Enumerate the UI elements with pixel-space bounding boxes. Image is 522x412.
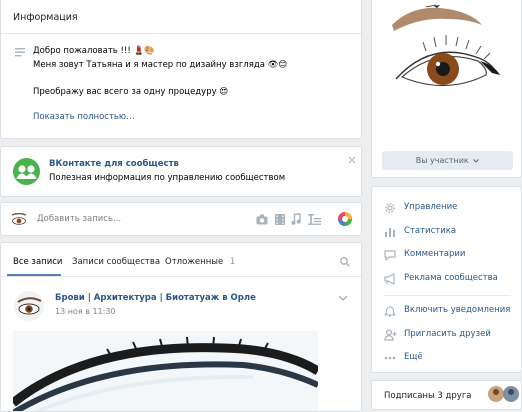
comment-icon [384,250,396,261]
menu-item-label: Управление [404,202,458,212]
megaphone-icon [384,273,395,285]
menu-item-label: Пригласить друзей [404,329,491,339]
info-line-3: Преображу вас всего за одну процедуру 😍 [33,87,229,97]
avatar [11,213,27,225]
info-title: Информация [13,12,78,23]
menu-item-notifications[interactable]: Включить уведомления [372,303,521,319]
chevron-down-icon [473,158,480,163]
bell-icon [384,306,396,317]
menu-item-label: Включить уведомления [404,305,511,315]
menu-item-label: Ещё [404,352,423,362]
promo-text: Полезная информация по управлению сообще… [49,173,286,183]
promo-card: ВКонтакте для сообществ Полезная информа… [0,146,362,197]
article-icon[interactable] [308,214,321,225]
menu-item-ads[interactable]: Реклама сообщества [372,271,521,287]
wall-card: Все записи Записи сообщества Отложенные … [0,242,362,412]
post-author-avatar[interactable] [14,291,44,321]
info-line-2: Меня зовут Татьяна и я мастер по дизайну… [33,60,288,70]
eye-illustration [392,4,500,87]
member-button-label: Вы участник [415,156,469,165]
video-icon[interactable] [275,214,285,225]
camera-icon[interactable] [256,214,268,225]
community-cover-card: Вы участник [371,0,522,178]
tab-postponed-count: 1 [229,257,236,267]
tab-postponed-label: Отложенные [165,257,224,267]
description-icon [15,48,25,57]
post-author[interactable]: Брови | Архитектура | Биотатуаж в Орле [55,293,256,303]
community-menu-card: Управление Статистика Комментарии Реклам… [371,186,522,373]
promo-title[interactable]: ВКонтакте для сообществ [49,159,179,169]
search-icon[interactable] [340,257,350,267]
menu-item-statistics[interactable]: Статистика [372,224,521,240]
member-button[interactable]: Вы участник [382,151,513,170]
menu-item-label: Статистика [404,226,457,236]
menu-item-invite-friends[interactable]: Пригласить друзей [372,327,521,343]
tab-postponed[interactable]: Отложенные 1 [165,257,235,267]
tabs-divider [1,276,361,277]
community-icon [13,158,40,185]
info-line-1: Добро пожаловать !!! 💄🎨 [33,46,155,56]
tab-community-posts[interactable]: Записи сообщества [72,257,160,267]
more-icon [384,356,396,360]
close-icon[interactable] [348,156,356,164]
music-icon[interactable] [291,213,301,225]
chevron-down-icon[interactable] [338,295,348,301]
menu-item-more[interactable]: Ещё [372,350,521,366]
menu-divider [384,295,511,296]
menu-item-label: Комментарии [404,249,466,259]
menu-item-label: Реклама сообщества [404,273,498,283]
subscribers-card: Подписаны 3 друга [371,380,522,410]
info-card: Информация Добро пожаловать !!! 💄🎨 Меня … [0,0,362,139]
tab-all-posts[interactable]: Все записи [13,257,62,267]
info-divider [1,33,361,34]
post-composer: Добавить запись... [0,202,362,236]
menu-item-comments[interactable]: Комментарии [372,247,521,263]
add-person-icon [384,329,397,341]
composer-input[interactable]: Добавить запись... [37,214,121,224]
post-date[interactable]: 13 ноя в 11:30 [55,307,116,316]
show-more-link[interactable]: Показать полностью… [33,112,135,122]
menu-item-management[interactable]: Управление [372,200,521,216]
gear-icon [385,203,395,213]
stats-icon [385,228,395,237]
theme-color-icon[interactable] [338,212,352,226]
